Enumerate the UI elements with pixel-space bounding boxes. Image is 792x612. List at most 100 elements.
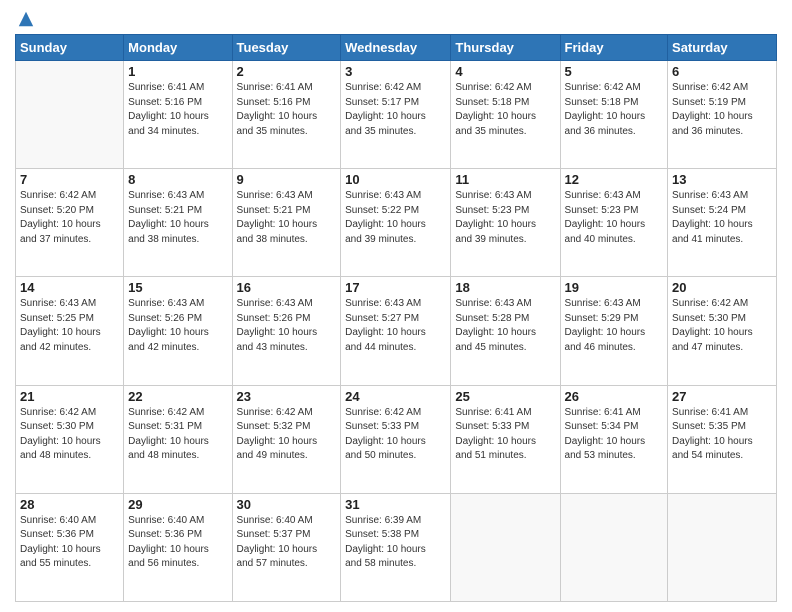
day-info: Sunrise: 6:42 AMSunset: 5:20 PMDaylight:… bbox=[20, 189, 119, 247]
day-info: Sunrise: 6:42 AMSunset: 5:30 PMDaylight:… bbox=[20, 406, 119, 464]
calendar-cell: 4 Sunrise: 6:42 AMSunset: 5:18 PMDaylight… bbox=[451, 61, 560, 169]
calendar-cell bbox=[668, 493, 777, 601]
logo bbox=[15, 10, 35, 28]
weekday-header-saturday: Saturday bbox=[668, 35, 777, 61]
weekday-header-wednesday: Wednesday bbox=[341, 35, 451, 61]
day-info: Sunrise: 6:40 AMSunset: 5:36 PMDaylight:… bbox=[20, 514, 119, 572]
day-number: 29 bbox=[128, 497, 227, 512]
day-info: Sunrise: 6:43 AMSunset: 5:22 PMDaylight:… bbox=[345, 189, 446, 247]
day-info: Sunrise: 6:43 AMSunset: 5:29 PMDaylight:… bbox=[565, 297, 664, 355]
day-number: 7 bbox=[20, 172, 119, 187]
calendar-cell: 1Sunrise: 6:41 AMSunset: 5:16 PMDaylight… bbox=[124, 61, 232, 169]
calendar-cell: 10 Sunrise: 6:43 AMSunset: 5:22 PMDayligh… bbox=[341, 169, 451, 277]
day-info: Sunrise: 6:42 AMSunset: 5:19 PMDaylight:… bbox=[672, 81, 772, 139]
day-info: Sunrise: 6:43 AMSunset: 5:24 PMDaylight:… bbox=[672, 189, 772, 247]
day-number: 4 bbox=[455, 64, 555, 79]
day-number: 22 bbox=[128, 389, 227, 404]
day-info: Sunrise: 6:42 AMSunset: 5:17 PMDaylight:… bbox=[345, 81, 446, 139]
calendar-cell: 14Sunrise: 6:43 AMSunset: 5:25 PMDayligh… bbox=[16, 277, 124, 385]
calendar-cell: 20 Sunrise: 6:42 AMSunset: 5:30 PMDayligh… bbox=[668, 277, 777, 385]
day-number: 6 bbox=[672, 64, 772, 79]
weekday-header-monday: Monday bbox=[124, 35, 232, 61]
logo-icon bbox=[17, 10, 35, 28]
day-info: Sunrise: 6:42 AMSunset: 5:18 PMDaylight:… bbox=[565, 81, 664, 139]
day-info: Sunrise: 6:41 AMSunset: 5:35 PMDaylight:… bbox=[672, 406, 772, 464]
calendar-cell: 16 Sunrise: 6:43 AMSunset: 5:26 PMDayligh… bbox=[232, 277, 341, 385]
calendar-cell: 31Sunrise: 6:39 AMSunset: 5:38 PMDayligh… bbox=[341, 493, 451, 601]
calendar-cell bbox=[16, 61, 124, 169]
day-info: Sunrise: 6:41 AMSunset: 5:16 PMDaylight:… bbox=[237, 81, 337, 139]
day-number: 16 bbox=[237, 280, 337, 295]
day-number: 26 bbox=[565, 389, 664, 404]
calendar-week-3: 21 Sunrise: 6:42 AMSunset: 5:30 PMDayligh… bbox=[16, 385, 777, 493]
calendar-cell: 7 Sunrise: 6:42 AMSunset: 5:20 PMDaylight… bbox=[16, 169, 124, 277]
weekday-header-sunday: Sunday bbox=[16, 35, 124, 61]
day-number: 15 bbox=[128, 280, 227, 295]
calendar-cell: 13 Sunrise: 6:43 AMSunset: 5:24 PMDayligh… bbox=[668, 169, 777, 277]
day-number: 3 bbox=[345, 64, 446, 79]
day-info: Sunrise: 6:40 AMSunset: 5:36 PMDaylight:… bbox=[128, 514, 227, 572]
day-info: Sunrise: 6:43 AMSunset: 5:25 PMDaylight:… bbox=[20, 297, 119, 355]
day-info: Sunrise: 6:40 AMSunset: 5:37 PMDaylight:… bbox=[237, 514, 337, 572]
weekday-header-thursday: Thursday bbox=[451, 35, 560, 61]
day-info: Sunrise: 6:42 AMSunset: 5:32 PMDaylight:… bbox=[237, 406, 337, 464]
logo-area bbox=[15, 10, 35, 28]
calendar-cell bbox=[451, 493, 560, 601]
day-number: 30 bbox=[237, 497, 337, 512]
day-number: 5 bbox=[565, 64, 664, 79]
day-number: 8 bbox=[128, 172, 227, 187]
day-info: Sunrise: 6:43 AMSunset: 5:23 PMDaylight:… bbox=[565, 189, 664, 247]
day-number: 21 bbox=[20, 389, 119, 404]
calendar-header-row: SundayMondayTuesdayWednesdayThursdayFrid… bbox=[16, 35, 777, 61]
page: SundayMondayTuesdayWednesdayThursdayFrid… bbox=[0, 0, 792, 612]
calendar-week-1: 7 Sunrise: 6:42 AMSunset: 5:20 PMDaylight… bbox=[16, 169, 777, 277]
calendar-cell: 2 Sunrise: 6:41 AMSunset: 5:16 PMDaylight… bbox=[232, 61, 341, 169]
day-info: Sunrise: 6:42 AMSunset: 5:18 PMDaylight:… bbox=[455, 81, 555, 139]
day-info: Sunrise: 6:43 AMSunset: 5:28 PMDaylight:… bbox=[455, 297, 555, 355]
day-number: 9 bbox=[237, 172, 337, 187]
day-number: 17 bbox=[345, 280, 446, 295]
day-info: Sunrise: 6:41 AMSunset: 5:34 PMDaylight:… bbox=[565, 406, 664, 464]
calendar-cell: 26 Sunrise: 6:41 AMSunset: 5:34 PMDayligh… bbox=[560, 385, 668, 493]
calendar-cell: 15Sunrise: 6:43 AMSunset: 5:26 PMDayligh… bbox=[124, 277, 232, 385]
day-number: 25 bbox=[455, 389, 555, 404]
day-info: Sunrise: 6:43 AMSunset: 5:27 PMDaylight:… bbox=[345, 297, 446, 355]
day-number: 13 bbox=[672, 172, 772, 187]
day-info: Sunrise: 6:42 AMSunset: 5:30 PMDaylight:… bbox=[672, 297, 772, 355]
day-number: 10 bbox=[345, 172, 446, 187]
day-info: Sunrise: 6:42 AMSunset: 5:31 PMDaylight:… bbox=[128, 406, 227, 464]
calendar-week-4: 28 Sunrise: 6:40 AMSunset: 5:36 PMDayligh… bbox=[16, 493, 777, 601]
calendar-week-0: 1Sunrise: 6:41 AMSunset: 5:16 PMDaylight… bbox=[16, 61, 777, 169]
day-number: 23 bbox=[237, 389, 337, 404]
calendar-cell bbox=[560, 493, 668, 601]
calendar-cell: 8 Sunrise: 6:43 AMSunset: 5:21 PMDaylight… bbox=[124, 169, 232, 277]
day-info: Sunrise: 6:42 AMSunset: 5:33 PMDaylight:… bbox=[345, 406, 446, 464]
calendar-cell: 19 Sunrise: 6:43 AMSunset: 5:29 PMDayligh… bbox=[560, 277, 668, 385]
calendar-cell: 9 Sunrise: 6:43 AMSunset: 5:21 PMDaylight… bbox=[232, 169, 341, 277]
day-number: 20 bbox=[672, 280, 772, 295]
weekday-header-tuesday: Tuesday bbox=[232, 35, 341, 61]
day-number: 18 bbox=[455, 280, 555, 295]
calendar-cell: 29 Sunrise: 6:40 AMSunset: 5:36 PMDayligh… bbox=[124, 493, 232, 601]
calendar-cell: 6 Sunrise: 6:42 AMSunset: 5:19 PMDaylight… bbox=[668, 61, 777, 169]
day-number: 11 bbox=[455, 172, 555, 187]
calendar-cell: 21 Sunrise: 6:42 AMSunset: 5:30 PMDayligh… bbox=[16, 385, 124, 493]
calendar-cell: 18 Sunrise: 6:43 AMSunset: 5:28 PMDayligh… bbox=[451, 277, 560, 385]
day-info: Sunrise: 6:43 AMSunset: 5:21 PMDaylight:… bbox=[237, 189, 337, 247]
weekday-header-friday: Friday bbox=[560, 35, 668, 61]
day-info: Sunrise: 6:43 AMSunset: 5:21 PMDaylight:… bbox=[128, 189, 227, 247]
calendar-cell: 25Sunrise: 6:41 AMSunset: 5:33 PMDayligh… bbox=[451, 385, 560, 493]
day-info: Sunrise: 6:39 AMSunset: 5:38 PMDaylight:… bbox=[345, 514, 446, 572]
day-number: 12 bbox=[565, 172, 664, 187]
calendar-cell: 28 Sunrise: 6:40 AMSunset: 5:36 PMDayligh… bbox=[16, 493, 124, 601]
calendar-cell: 17 Sunrise: 6:43 AMSunset: 5:27 PMDayligh… bbox=[341, 277, 451, 385]
day-number: 28 bbox=[20, 497, 119, 512]
calendar-cell: 23 Sunrise: 6:42 AMSunset: 5:32 PMDayligh… bbox=[232, 385, 341, 493]
calendar-week-2: 14Sunrise: 6:43 AMSunset: 5:25 PMDayligh… bbox=[16, 277, 777, 385]
day-number: 19 bbox=[565, 280, 664, 295]
day-info: Sunrise: 6:41 AMSunset: 5:16 PMDaylight:… bbox=[128, 81, 227, 139]
day-number: 2 bbox=[237, 64, 337, 79]
header bbox=[15, 10, 777, 28]
day-info: Sunrise: 6:43 AMSunset: 5:26 PMDaylight:… bbox=[237, 297, 337, 355]
day-number: 24 bbox=[345, 389, 446, 404]
